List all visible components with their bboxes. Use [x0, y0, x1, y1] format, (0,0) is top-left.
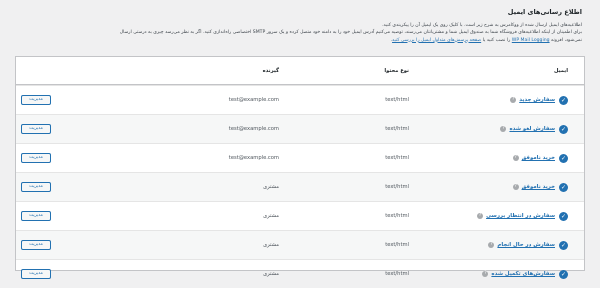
- check-circle-icon: ✓: [559, 153, 568, 163]
- action-cell: مدیریت: [21, 115, 51, 143]
- help-icon[interactable]: ?: [510, 97, 517, 103]
- recipient-cell: مشتری: [169, 173, 279, 201]
- description-line-2: برای اطمینان از اینکه اطلاعیه‌های فروشگا…: [119, 30, 582, 36]
- table-header-row: ایمیل نوع محتوا گیرنده: [16, 57, 584, 85]
- email-name-link[interactable]: سفارش در انتظار بررسی: [486, 213, 555, 219]
- recipient-text: مشتری: [263, 213, 279, 219]
- table-row: ✓ سفارش جدید ? text/html test@example.co…: [16, 85, 584, 114]
- recipient-text: مشتری: [263, 271, 279, 277]
- email-cell: ✓ سفارش در حال انجام ?: [458, 231, 568, 259]
- help-icon[interactable]: ?: [512, 155, 519, 161]
- check-circle-icon: ✓: [559, 124, 568, 134]
- description-line-3-pre: نمی‌شود، افزونه: [551, 37, 582, 43]
- manage-button[interactable]: مدیریت: [21, 95, 51, 105]
- check-circle-icon: ✓: [559, 95, 568, 105]
- content-type-cell: text/html: [359, 173, 409, 201]
- section-description: اطلاعیه‌های ایمیل ارسال شده از ووکامرس ب…: [18, 22, 582, 44]
- recipient-cell: مشتری: [169, 202, 279, 230]
- recipient-cell: مشتری: [169, 260, 279, 288]
- description-line-1: اطلاعیه‌های ایمیل ارسال شده از ووکامرس ب…: [382, 23, 582, 28]
- manage-button[interactable]: مدیریت: [21, 124, 51, 134]
- action-cell: مدیریت: [21, 144, 51, 172]
- email-name-link[interactable]: سفارش جدید: [519, 97, 555, 103]
- manage-button[interactable]: مدیریت: [21, 182, 51, 192]
- column-header-email: ایمیل: [554, 67, 568, 74]
- email-name-link[interactable]: خرید ناموفق: [522, 184, 555, 190]
- email-name-link[interactable]: خرید ناموفق: [522, 155, 555, 161]
- table-row: ✓ سفارش در انتظار بررسی ? text/html مشتر…: [16, 201, 584, 230]
- content-type-cell: text/html: [359, 260, 409, 288]
- content-type-cell: text/html: [359, 86, 409, 114]
- wp-mail-logging-link[interactable]: WP Mail Logging: [512, 38, 550, 43]
- recipient-text: test@example.com: [228, 155, 279, 161]
- manage-button[interactable]: مدیریت: [21, 240, 51, 250]
- content-type-cell: text/html: [359, 115, 409, 143]
- table-body: ✓ سفارش جدید ? text/html test@example.co…: [16, 85, 584, 288]
- action-cell: مدیریت: [21, 260, 51, 288]
- action-cell: مدیریت: [21, 173, 51, 201]
- recipient-cell: test@example.com: [169, 144, 279, 172]
- content-type-text: text/html: [385, 126, 409, 132]
- table-row: ✓ خرید ناموفق ? text/html test@example.c…: [16, 143, 584, 172]
- help-icon[interactable]: ?: [488, 242, 495, 248]
- email-cell: ✓ خرید ناموفق ?: [458, 144, 568, 172]
- recipient-cell: test@example.com: [169, 86, 279, 114]
- content-type-text: text/html: [385, 184, 409, 190]
- settings-page: اطلاع رسانی‌های ایمیل اطلاعیه‌های ایمیل …: [0, 0, 600, 279]
- recipient-text: test@example.com: [228, 126, 279, 132]
- content-type-cell: text/html: [359, 144, 409, 172]
- check-circle-icon: ✓: [559, 182, 568, 192]
- table-row: ✓ سفارش در حال انجام ? text/html مشتری م…: [16, 230, 584, 259]
- table-row: ✓ سفارش‌های تکمیل شده ? text/html مشتری …: [16, 259, 584, 288]
- email-cell: ✓ سفارش جدید ?: [458, 86, 568, 114]
- column-header-recipient: گیرنده: [262, 67, 279, 74]
- content-type-cell: text/html: [359, 202, 409, 230]
- help-icon[interactable]: ?: [512, 184, 519, 190]
- column-header-content-type: نوع محتوا: [384, 67, 409, 74]
- recipient-text: test@example.com: [228, 97, 279, 103]
- email-faq-link[interactable]: صفحه پرسش‌های متداول ایمیل را بررسی کنید: [392, 38, 481, 43]
- manage-button[interactable]: مدیریت: [21, 269, 51, 279]
- email-name-link[interactable]: سفارش‌های تکمیل شده: [491, 271, 555, 277]
- action-cell: مدیریت: [21, 231, 51, 259]
- action-cell: مدیریت: [21, 86, 51, 114]
- content-type-text: text/html: [385, 271, 409, 277]
- description-line-3: نمی‌شود، افزونه WP Mail Logging را نصب ک…: [18, 37, 582, 44]
- manage-button[interactable]: مدیریت: [21, 211, 51, 221]
- help-icon[interactable]: ?: [482, 271, 489, 277]
- email-name-link[interactable]: سفارش لغو شده: [509, 126, 555, 132]
- check-circle-icon: ✓: [559, 240, 568, 250]
- email-cell: ✓ خرید ناموفق ?: [458, 173, 568, 201]
- content-type-text: text/html: [385, 242, 409, 248]
- email-cell: ✓ سفارش لغو شده ?: [458, 115, 568, 143]
- section-title: اطلاع رسانی‌های ایمیل: [507, 8, 582, 16]
- table-row: ✓ خرید ناموفق ? text/html مشتری مدیریت: [16, 172, 584, 201]
- check-circle-icon: ✓: [559, 211, 568, 221]
- description-line-3-mid: را نصب کنید یا: [482, 37, 511, 43]
- email-notifications-table: ایمیل نوع محتوا گیرنده ✓ سفارش جدید ? te…: [15, 56, 585, 279]
- recipient-cell: test@example.com: [169, 115, 279, 143]
- table-row: ✓ سفارش لغو شده ? text/html test@example…: [16, 114, 584, 143]
- recipient-text: مشتری: [263, 184, 279, 190]
- check-circle-icon: ✓: [559, 269, 568, 279]
- content-type-cell: text/html: [359, 231, 409, 259]
- help-icon[interactable]: ?: [477, 213, 484, 219]
- email-name-link[interactable]: سفارش در حال انجام: [497, 242, 555, 248]
- content-type-text: text/html: [385, 155, 409, 161]
- recipient-cell: مشتری: [169, 231, 279, 259]
- recipient-text: مشتری: [263, 242, 279, 248]
- manage-button[interactable]: مدیریت: [21, 153, 51, 163]
- email-cell: ✓ سفارش در انتظار بررسی ?: [458, 202, 568, 230]
- action-cell: مدیریت: [21, 202, 51, 230]
- content-type-text: text/html: [385, 97, 409, 103]
- email-cell: ✓ سفارش‌های تکمیل شده ?: [458, 260, 568, 288]
- content-type-text: text/html: [385, 213, 409, 219]
- help-icon[interactable]: ?: [500, 126, 507, 132]
